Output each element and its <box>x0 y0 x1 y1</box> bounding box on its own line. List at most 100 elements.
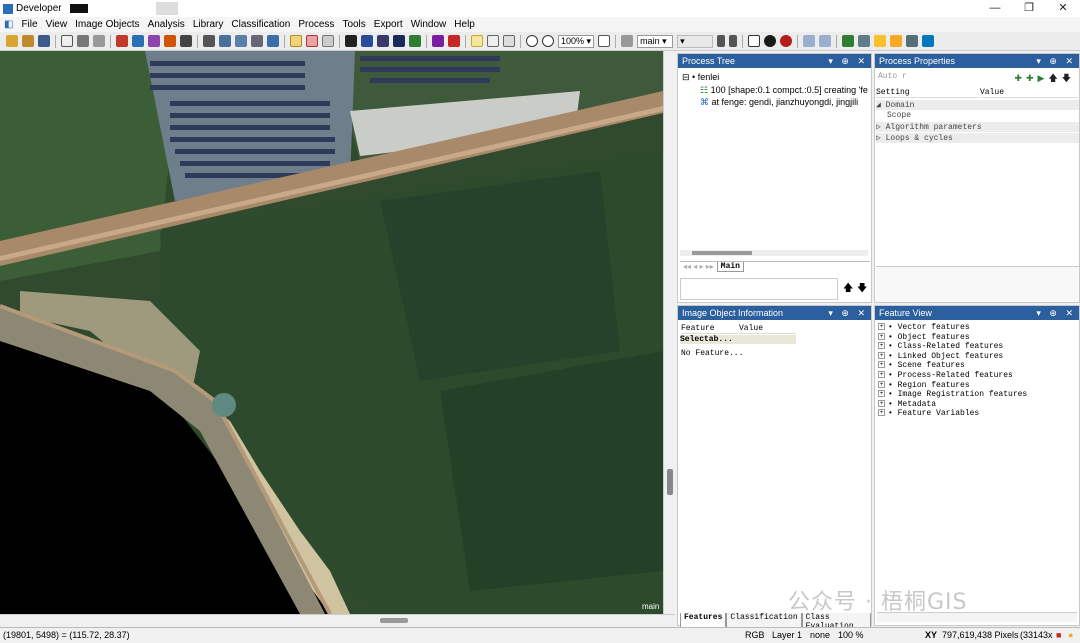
feature-item-process-related[interactable]: + • Process-Related features <box>878 371 1013 380</box>
chart-icon[interactable] <box>890 35 903 47</box>
row-scope[interactable]: Scope <box>887 111 911 120</box>
row-algorithm-parameters[interactable]: ▷ Algorithm parameters <box>876 122 1079 132</box>
pan-icon[interactable] <box>487 35 499 47</box>
sample-icon[interactable] <box>148 35 160 47</box>
zoom-out-icon[interactable] <box>526 35 538 47</box>
undo-icon[interactable] <box>803 35 816 47</box>
link-view-icon[interactable] <box>267 35 279 47</box>
level-select[interactable]: ▾ <box>677 34 714 48</box>
minimize-icon[interactable]: — <box>978 0 1012 17</box>
image-view[interactable]: main <box>0 51 663 614</box>
classify-icon[interactable] <box>132 35 144 47</box>
image-data-icon[interactable] <box>345 35 357 47</box>
zoom-in-icon[interactable] <box>542 35 554 47</box>
col-value: Value <box>739 324 796 334</box>
feature-item-object[interactable]: + • Object features <box>878 333 970 342</box>
tree-horizontal-scrollbar[interactable] <box>680 250 868 256</box>
pointer-icon[interactable] <box>471 35 483 47</box>
arrow-down-icon[interactable] <box>717 35 726 47</box>
layer-mix-icon[interactable] <box>203 35 215 47</box>
arrow-up-icon[interactable] <box>729 35 738 47</box>
menu-process[interactable]: Process <box>294 17 338 32</box>
tree-item-classification[interactable]: ⌘ at fenge: gendi, jianzhuyongdi, jingji… <box>700 97 870 108</box>
vertical-scroll-thumb[interactable] <box>667 469 673 495</box>
menu-library[interactable]: Library <box>189 17 228 32</box>
tab-nav-icon[interactable]: ◂◂ ◂ ▸ ▸▸ <box>680 262 717 272</box>
move-down-icon[interactable]: 🡇 <box>857 281 867 298</box>
feature-item-metadata[interactable]: + • Metadata <box>878 400 936 409</box>
export-icon[interactable] <box>842 35 855 47</box>
menu-tools[interactable]: Tools <box>338 17 369 32</box>
open-project-icon[interactable] <box>6 35 18 47</box>
menu-image-objects[interactable]: Image Objects <box>71 17 143 32</box>
feature-item-image-registration[interactable]: + • Image Registration features <box>878 390 1027 399</box>
menu-window[interactable]: Window <box>407 17 451 32</box>
info-icon[interactable] <box>764 35 777 47</box>
view-vertical-scrollbar[interactable] <box>663 51 675 614</box>
feature-item-variables[interactable]: + • Feature Variables <box>878 409 979 418</box>
area-zoom-icon[interactable] <box>503 35 515 47</box>
layer-stack-icon[interactable] <box>448 35 460 47</box>
map-select[interactable]: main ▾ <box>637 34 674 48</box>
classification-view-icon[interactable] <box>361 35 373 47</box>
panel-controls-icon[interactable]: ▾ ⊕ ✕ <box>828 306 868 320</box>
auto-search-field[interactable]: Auto r <box>878 72 998 82</box>
save-icon[interactable] <box>38 35 50 47</box>
panel-controls-icon[interactable]: ▾ ⊕ ✕ <box>1036 306 1076 320</box>
window-icon[interactable] <box>748 35 761 47</box>
feature-item-region[interactable]: + • Region features <box>878 381 970 390</box>
tools-icon[interactable] <box>906 35 919 47</box>
menu-export[interactable]: Export <box>370 17 407 32</box>
compare-view-icon[interactable] <box>251 35 263 47</box>
copy-icon[interactable] <box>93 35 105 47</box>
move-up-icon[interactable]: 🡅 <box>843 281 853 298</box>
manual-edit-icon[interactable] <box>874 35 887 47</box>
sample-view-icon[interactable] <box>377 35 389 47</box>
filter-icon[interactable] <box>409 35 421 47</box>
zoom-fit-icon[interactable] <box>598 35 611 47</box>
menu-view[interactable]: View <box>42 17 72 32</box>
tree-root[interactable]: ⊟ • fenlei <box>682 72 719 83</box>
statistics-icon[interactable] <box>922 35 935 47</box>
selected-row[interactable]: Selectab... <box>680 335 796 344</box>
status-mode: RGB <box>745 630 765 640</box>
segment-icon[interactable] <box>116 35 128 47</box>
new-window-icon[interactable] <box>61 35 73 47</box>
map-icon[interactable] <box>621 35 634 47</box>
zoom-select[interactable]: 100% ▾ <box>558 34 595 48</box>
feature-view-icon[interactable] <box>393 35 405 47</box>
redo-icon[interactable] <box>819 35 832 47</box>
tree-item-segmentation[interactable]: ☷ 100 [shape:0.1 compct.:0.5] creating '… <box>700 85 870 96</box>
menu-analysis[interactable]: Analysis <box>144 17 189 32</box>
menu-file[interactable]: File <box>17 17 41 32</box>
skeleton-icon[interactable] <box>322 35 334 47</box>
feature-item-scene[interactable]: + • Scene features <box>878 361 965 370</box>
close-icon[interactable]: ✕ <box>1046 0 1080 17</box>
menu-help[interactable]: Help <box>450 17 479 32</box>
tile-view-icon[interactable] <box>235 35 247 47</box>
view-horizontal-scrollbar[interactable] <box>0 614 675 626</box>
stop-icon[interactable] <box>780 35 793 47</box>
class-hierarchy-icon[interactable] <box>164 35 176 47</box>
feature-item-linked-object[interactable]: + • Linked Object features <box>878 352 1003 361</box>
split-view-icon[interactable] <box>219 35 231 47</box>
restore-icon[interactable]: ❐ <box>1012 0 1046 17</box>
lock-icon[interactable] <box>858 35 871 47</box>
tab-main[interactable]: Main <box>716 262 744 272</box>
panel-controls-icon[interactable]: ▾ ⊕ ✕ <box>828 54 868 68</box>
cursor-link-icon[interactable] <box>180 35 192 47</box>
open-image-icon[interactable] <box>22 35 34 47</box>
marker-icon[interactable] <box>432 35 444 47</box>
print-icon[interactable] <box>77 35 89 47</box>
row-loops-cycles[interactable]: ▷ Loops & cycles <box>876 133 1079 143</box>
feature-item-vector[interactable]: + • Vector features <box>878 323 970 332</box>
property-actions-icon[interactable]: ✚✚▶🡅🡇 <box>1014 71 1075 87</box>
row-domain[interactable]: ◢ Domain <box>876 100 1079 110</box>
menu-classification[interactable]: Classification <box>227 17 294 32</box>
horizontal-scroll-thumb[interactable] <box>380 618 408 623</box>
feature-item-class-related[interactable]: + • Class-Related features <box>878 342 1003 351</box>
polygon-icon[interactable] <box>306 35 318 47</box>
app-menu-icon[interactable]: ◧ <box>0 17 17 32</box>
panel-controls-icon[interactable]: ▾ ⊕ ✕ <box>1036 54 1076 68</box>
outline-icon[interactable] <box>290 35 302 47</box>
